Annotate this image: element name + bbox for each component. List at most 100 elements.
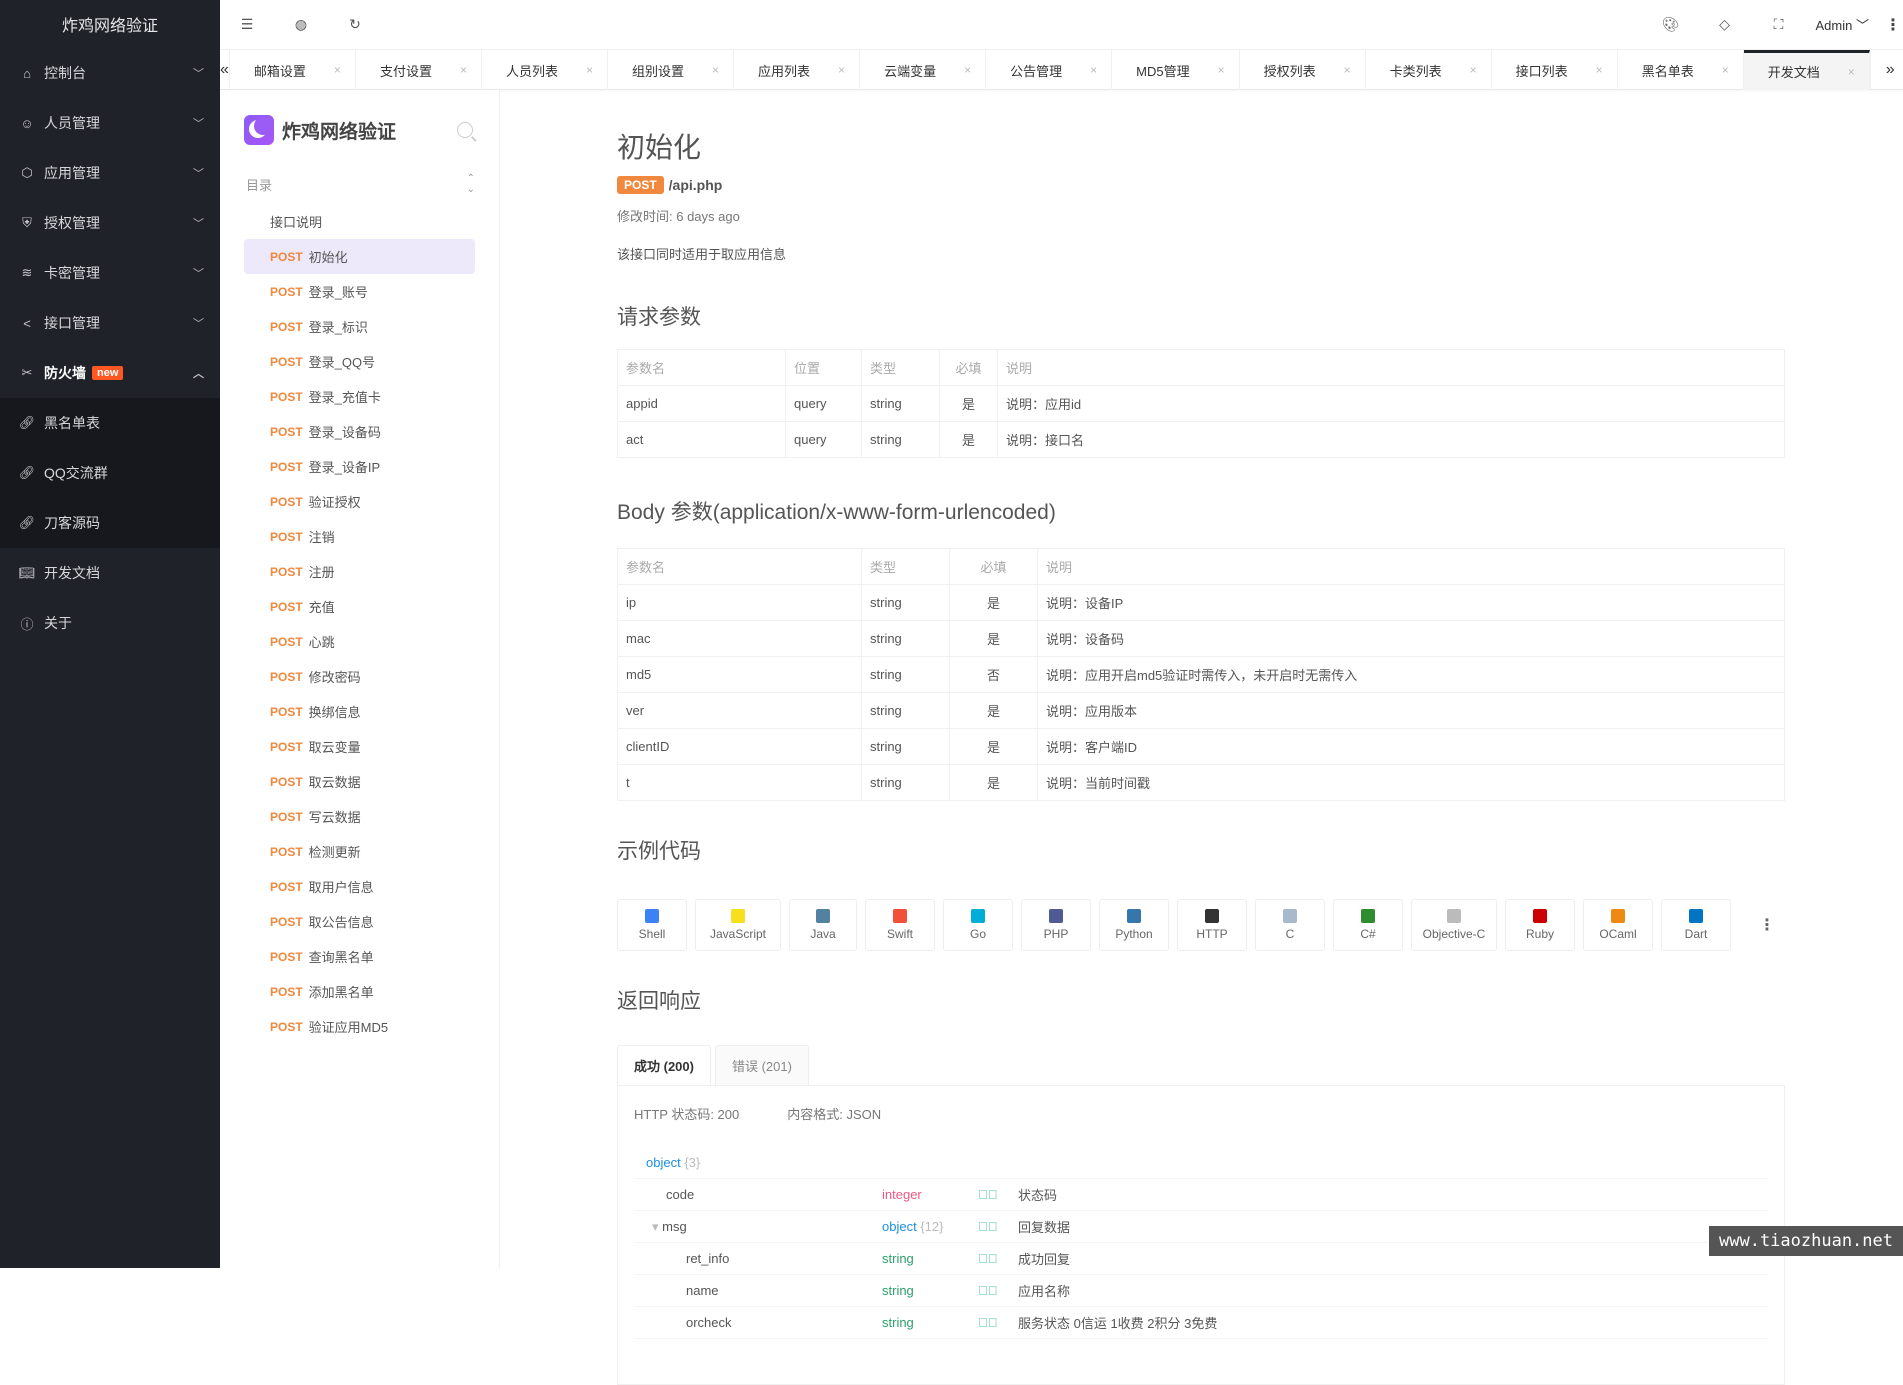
- sidebar-item-dashboard[interactable]: ⌂控制台﹀: [0, 48, 220, 98]
- globe-icon[interactable]: ◍: [274, 16, 328, 33]
- doc-item[interactable]: POST注册: [244, 554, 475, 589]
- doc-item-label: 登录_QQ号: [309, 352, 375, 371]
- tab-1[interactable]: 支付设置×: [356, 50, 482, 90]
- close-icon[interactable]: ×: [1470, 63, 1477, 77]
- sidebar-item-blacklist[interactable]: 🔗︎黑名单表: [0, 398, 220, 448]
- lang-c#[interactable]: C#: [1333, 899, 1403, 951]
- refresh-icon[interactable]: ↻: [328, 16, 382, 33]
- doc-item[interactable]: POST初始化: [244, 239, 475, 274]
- sidebar-item-firewall[interactable]: ✂防火墙new︿: [0, 348, 220, 398]
- close-icon[interactable]: ×: [460, 63, 467, 77]
- lang-ruby[interactable]: Ruby: [1505, 899, 1575, 951]
- doc-item[interactable]: POST修改密码: [244, 659, 475, 694]
- sidebar-item-qq-group[interactable]: 🔗︎QQ交流群: [0, 448, 220, 498]
- doc-item-intro[interactable]: 接口说明: [244, 204, 475, 239]
- doc-item[interactable]: POST心跳: [244, 624, 475, 659]
- doc-item[interactable]: POST查询黑名单: [244, 939, 475, 974]
- menu-fold-icon[interactable]: ☰: [220, 16, 274, 33]
- palette-icon[interactable]: 🎨︎: [1644, 16, 1698, 33]
- close-icon[interactable]: ×: [1344, 63, 1351, 77]
- lang-swift[interactable]: Swift: [865, 899, 935, 951]
- sidebar-item-cards[interactable]: ≋卡密管理﹀: [0, 248, 220, 298]
- doc-item[interactable]: POST充值: [244, 589, 475, 624]
- tab-9[interactable]: 卡类列表×: [1366, 50, 1492, 90]
- lang-objective-c[interactable]: Objective-C: [1411, 899, 1497, 951]
- close-icon[interactable]: ×: [1596, 63, 1603, 77]
- tab-7[interactable]: MD5管理×: [1112, 50, 1239, 90]
- doc-item[interactable]: POST注销: [244, 519, 475, 554]
- search-icon[interactable]: [457, 122, 473, 138]
- fullscreen-icon[interactable]: ⛶: [1752, 16, 1806, 33]
- doc-item[interactable]: POST写云数据: [244, 799, 475, 834]
- sidebar-item-source[interactable]: 🔗︎刀客源码: [0, 498, 220, 548]
- lang-shell[interactable]: Shell: [617, 899, 687, 951]
- lang-java[interactable]: Java: [789, 899, 857, 951]
- close-icon[interactable]: ×: [964, 63, 971, 77]
- tabs-scroll-right-button[interactable]: »: [1870, 50, 1903, 89]
- close-icon[interactable]: ×: [838, 63, 845, 77]
- close-icon[interactable]: ×: [1090, 63, 1097, 77]
- doc-item[interactable]: POST登录_充值卡: [244, 379, 475, 414]
- sidebar-item-apps[interactable]: ⬡应用管理﹀: [0, 148, 220, 198]
- lang-python[interactable]: Python: [1099, 899, 1169, 951]
- column-header: 参数名: [618, 350, 786, 386]
- sidebar-item-api[interactable]: <接口管理﹀: [0, 298, 220, 348]
- toc-header[interactable]: 目录⌃⌄: [220, 164, 499, 204]
- lang-ocaml[interactable]: OCaml: [1583, 899, 1653, 951]
- tab-8[interactable]: 授权列表×: [1240, 50, 1366, 90]
- doc-item[interactable]: POST登录_账号: [244, 274, 475, 309]
- doc-item[interactable]: POST取云数据: [244, 764, 475, 799]
- tab-4[interactable]: 应用列表×: [734, 50, 860, 90]
- user-menu[interactable]: Admin ﹀: [1806, 15, 1884, 34]
- close-icon[interactable]: ×: [712, 63, 719, 77]
- more-vertical-icon[interactable]: ⋮: [1759, 915, 1775, 935]
- doc-item[interactable]: POST取公告信息: [244, 904, 475, 939]
- sidebar-item-users[interactable]: ☺人员管理﹀: [0, 98, 220, 148]
- schema-row: namestring✓⃝应用名称: [634, 1275, 1768, 1307]
- lang-go[interactable]: Go: [943, 899, 1013, 951]
- tab-12[interactable]: 开发文档×: [1744, 50, 1870, 90]
- tabs-scroll-left-button[interactable]: «: [220, 50, 230, 89]
- response-tab-0[interactable]: 成功 (200): [617, 1045, 711, 1085]
- lang-c[interactable]: C: [1255, 899, 1325, 951]
- doc-item[interactable]: POST取用户信息: [244, 869, 475, 904]
- lang-php[interactable]: PHP: [1021, 899, 1091, 951]
- request-params-heading: 请求参数: [617, 301, 1787, 331]
- lang-javascript[interactable]: JavaScript: [695, 899, 781, 951]
- lang-dart[interactable]: Dart: [1661, 899, 1731, 951]
- close-icon[interactable]: ×: [586, 63, 593, 77]
- expand-collapse-icon[interactable]: ⌃⌄: [467, 173, 475, 195]
- doc-item[interactable]: POST添加黑名单: [244, 974, 475, 1009]
- doc-item[interactable]: POST取云变量: [244, 729, 475, 764]
- doc-item[interactable]: POST登录_QQ号: [244, 344, 475, 379]
- doc-item[interactable]: POST登录_设备IP: [244, 449, 475, 484]
- doc-item[interactable]: POST登录_设备码: [244, 414, 475, 449]
- doc-item[interactable]: POST换绑信息: [244, 694, 475, 729]
- method-label: POST: [270, 320, 303, 334]
- close-icon[interactable]: ×: [334, 63, 341, 77]
- doc-item[interactable]: POST登录_标识: [244, 309, 475, 344]
- app-title: 炸鸡网络验证: [0, 0, 220, 48]
- more-vertical-icon[interactable]: ⋮: [1883, 15, 1903, 35]
- tab-0[interactable]: 邮箱设置×: [230, 50, 356, 90]
- lang-http[interactable]: HTTP: [1177, 899, 1247, 951]
- caret-down-icon[interactable]: ▾: [652, 1219, 662, 1234]
- tab-3[interactable]: 组别设置×: [608, 50, 734, 90]
- tab-2[interactable]: 人员列表×: [482, 50, 608, 90]
- doc-item[interactable]: POST验证授权: [244, 484, 475, 519]
- doc-item-label: 取云变量: [309, 737, 361, 756]
- sidebar-item-docs[interactable]: 📖︎开发文档: [0, 548, 220, 598]
- tag-icon[interactable]: ◇: [1698, 16, 1752, 33]
- sidebar-item-auth[interactable]: ⛨授权管理﹀: [0, 198, 220, 248]
- doc-item[interactable]: POST验证应用MD5: [244, 1009, 475, 1044]
- close-icon[interactable]: ×: [1722, 63, 1729, 77]
- tab-5[interactable]: 云端变量×: [860, 50, 986, 90]
- tab-11[interactable]: 黑名单表×: [1618, 50, 1744, 90]
- close-icon[interactable]: ×: [1848, 65, 1855, 79]
- tab-10[interactable]: 接口列表×: [1492, 50, 1618, 90]
- tab-6[interactable]: 公告管理×: [986, 50, 1112, 90]
- close-icon[interactable]: ×: [1218, 63, 1225, 77]
- doc-item[interactable]: POST检测更新: [244, 834, 475, 869]
- sidebar-item-about[interactable]: ⓘ关于: [0, 598, 220, 648]
- response-tab-1[interactable]: 错误 (201): [715, 1045, 809, 1085]
